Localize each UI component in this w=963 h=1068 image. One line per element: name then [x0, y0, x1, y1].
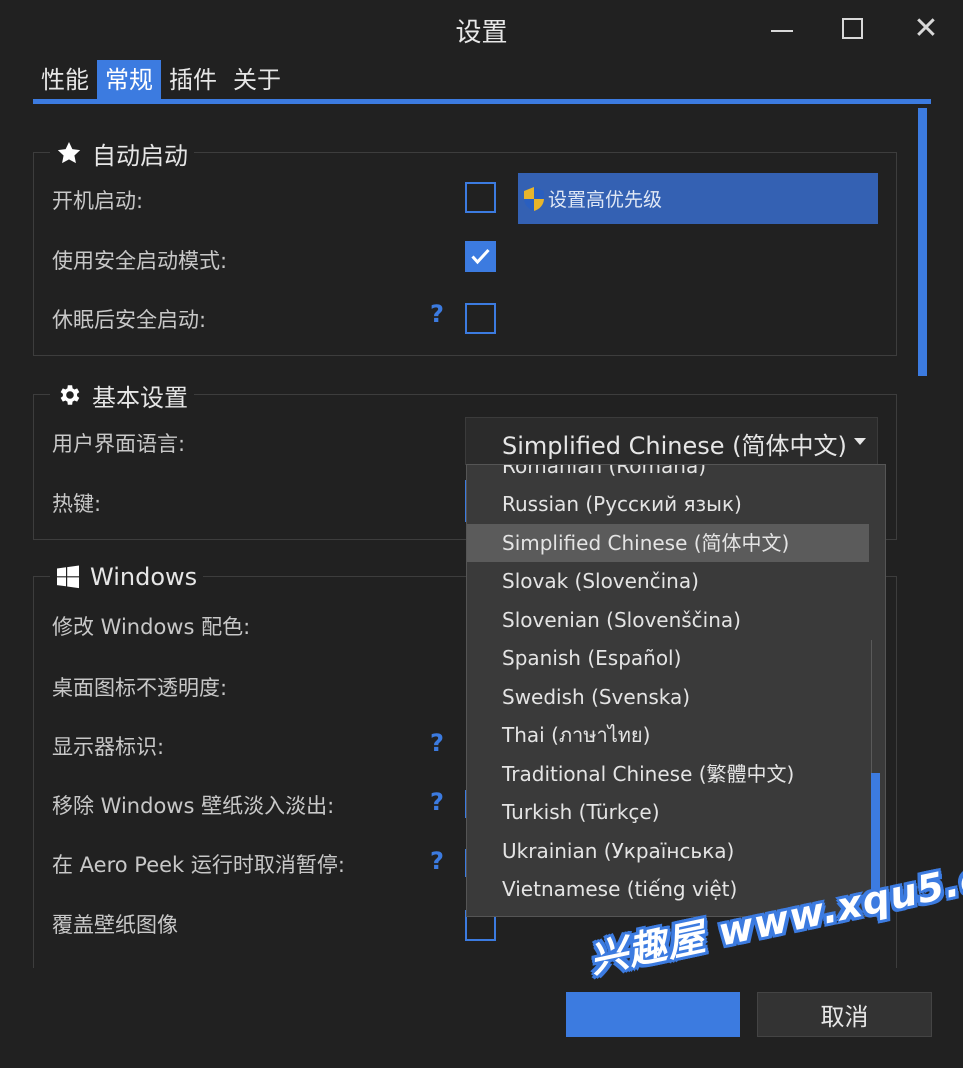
set-high-priority-button[interactable]: 设置高优先级: [518, 173, 878, 224]
set-high-priority-label: 设置高优先级: [548, 189, 663, 211]
language-option[interactable]: Slovak (Slovenčina): [467, 562, 869, 600]
help-icon[interactable]: ?: [430, 729, 444, 757]
windows-title-text: Windows: [90, 563, 198, 591]
monitor-identify-label: 显示器标识:: [52, 735, 165, 759]
ui-language-label: 用户界面语言:: [52, 432, 186, 456]
gear-icon: [60, 385, 80, 405]
close-button[interactable]: ✕: [902, 8, 950, 48]
language-option[interactable]: Swedish (Svenska): [467, 678, 869, 716]
cancel-button[interactable]: 取消: [757, 992, 932, 1037]
autostart-title-text: 自动启动: [92, 141, 188, 170]
minimize-button[interactable]: [758, 8, 806, 48]
windows-color-label: 修改 Windows 配色:: [52, 615, 251, 639]
startup-label: 开机启动:: [52, 189, 144, 213]
startup-checkbox[interactable]: [465, 182, 496, 213]
language-option-selected[interactable]: Simplified Chinese (简体中文): [467, 524, 869, 562]
main-scrollbar-thumb[interactable]: [918, 108, 927, 376]
help-icon[interactable]: ?: [430, 300, 444, 328]
chevron-down-icon: [854, 438, 866, 445]
override-wallpaper-label: 覆盖壁纸图像: [52, 913, 178, 937]
maximize-button[interactable]: [828, 8, 876, 48]
language-option[interactable]: Slovenian (Slovenščina): [467, 601, 869, 639]
maximize-icon: [841, 17, 863, 39]
ui-language-value: Simplified Chinese (简体中文): [502, 432, 847, 460]
language-option[interactable]: Spanish (Español): [467, 639, 869, 677]
safe-start-after-sleep-label: 休眠后安全启动:: [52, 308, 207, 332]
minimize-icon: [771, 30, 793, 32]
uac-shield-icon: [524, 186, 544, 211]
tab-bar: 性能 常规 插件 关于: [33, 60, 289, 100]
language-option[interactable]: Thai (ภาษาไทย): [467, 716, 869, 754]
close-icon: ✕: [913, 10, 939, 46]
desktop-icon-opacity-label: 桌面图标不透明度:: [52, 676, 228, 700]
settings-window: 设置 ✕ 性能 常规 插件 关于 自动启动 开机启动: 设置高优先级 使用安全启…: [0, 0, 963, 1068]
hotkey-label: 热键:: [52, 492, 102, 516]
basic-group-title: 基本设置: [50, 375, 194, 415]
safe-start-after-sleep-checkbox[interactable]: [465, 303, 496, 334]
basic-title-text: 基本设置: [92, 383, 188, 412]
language-option[interactable]: Ukrainian (Українська): [467, 832, 869, 870]
autostart-group-title: 自动启动: [50, 133, 194, 173]
tab-about[interactable]: 关于: [225, 60, 289, 100]
checkmark-icon: [471, 248, 490, 265]
help-icon[interactable]: ?: [430, 788, 444, 816]
tab-plugins[interactable]: 插件: [161, 60, 225, 100]
language-option[interactable]: Romanian (Română): [467, 465, 869, 485]
ui-language-select[interactable]: Simplified Chinese (简体中文): [465, 417, 878, 465]
language-option[interactable]: Traditional Chinese (繁體中文): [467, 755, 869, 793]
safe-start-label: 使用安全启动模式:: [52, 249, 228, 273]
windows-logo-icon: [57, 565, 79, 589]
tab-performance[interactable]: 性能: [33, 60, 97, 100]
help-icon[interactable]: ?: [430, 847, 444, 875]
tab-underline: [33, 99, 931, 104]
safe-start-checkbox[interactable]: [465, 241, 496, 272]
language-option[interactable]: Turkish (Türkçe): [467, 793, 869, 831]
windows-group-title: Windows: [50, 557, 204, 597]
aero-peek-unpause-label: 在 Aero Peek 运行时取消暂停:: [52, 853, 345, 877]
language-option[interactable]: Russian (Русский язык): [467, 485, 869, 523]
remove-wallpaper-fade-label: 移除 Windows 壁纸淡入淡出:: [52, 794, 335, 818]
ok-button[interactable]: [566, 992, 740, 1037]
language-dropdown-list[interactable]: Romanian (Română) Russian (Русский язык)…: [466, 464, 886, 917]
window-title: 设置: [455, 18, 508, 48]
tab-general[interactable]: 常规: [97, 60, 161, 100]
star-icon: [57, 141, 81, 164]
title-bar[interactable]: 设置 ✕: [0, 0, 963, 58]
